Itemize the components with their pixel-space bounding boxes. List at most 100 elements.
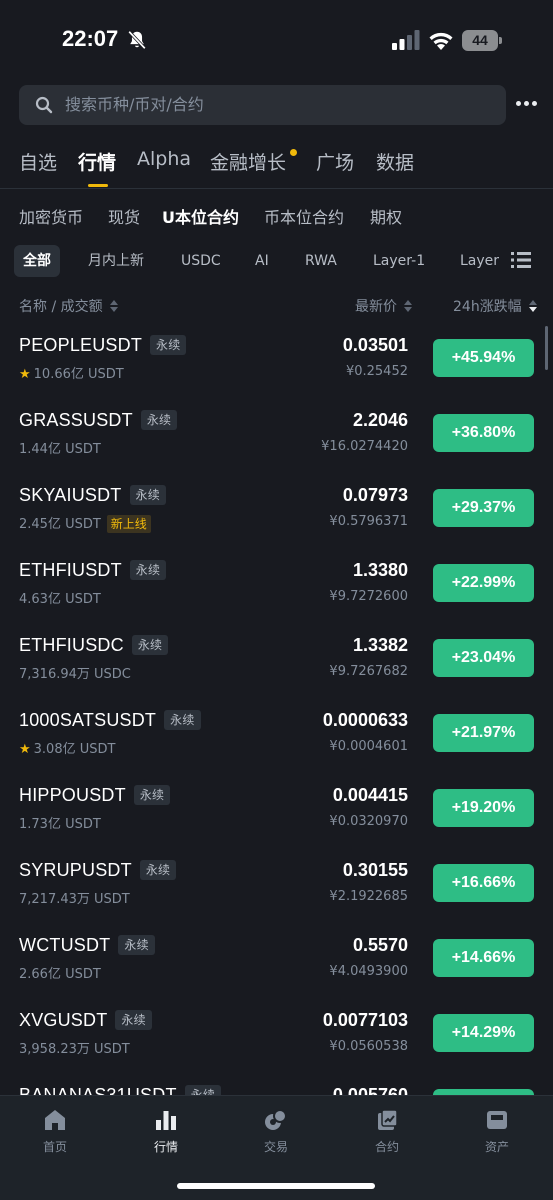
search-placeholder: 搜索币种/币对/合约 <box>65 95 204 114</box>
market-row[interactable]: PEOPLEUSDT 永续 ★ 10.66亿 USDT 0.03501 ¥0.254… <box>0 322 553 397</box>
scrollbar-thumb[interactable] <box>545 326 548 370</box>
market-row[interactable]: 1000SATSUSDT 永续 ★ 3.08亿 USDT 0.0000633 ¥0.… <box>0 697 553 772</box>
row-change-badge[interactable]: +36.80% <box>433 414 534 452</box>
nav-label: 交易 <box>263 1140 288 1154</box>
subtab-crypto[interactable]: 加密货币 <box>19 204 83 228</box>
market-row[interactable]: HIPPOUSDT 永续 1.73亿 USDT 0.004415 ¥0.03209… <box>0 772 553 847</box>
subtab-spot[interactable]: 现货 <box>108 204 140 228</box>
more-options-icon[interactable] <box>516 101 538 109</box>
row-price: 0.30155 <box>342 860 408 880</box>
perpetual-tag: 永续 <box>115 1010 152 1030</box>
column-header-change[interactable]: 24h涨跌幅 <box>453 296 538 316</box>
tab-active-indicator <box>88 184 108 187</box>
nav-label: 首页 <box>42 1140 67 1154</box>
column-price-label: 最新价 <box>355 299 397 315</box>
row-price: 1.3382 <box>352 635 408 655</box>
row-price: 0.004415 <box>332 785 408 805</box>
row-volume: 4.63亿 USDT <box>19 592 101 607</box>
chip-layer1[interactable]: Layer-1 <box>364 245 434 277</box>
row-change-badge[interactable]: +21.97% <box>433 714 534 752</box>
row-change-badge[interactable]: +14.29% <box>433 1014 534 1052</box>
row-change-badge[interactable]: +16.66% <box>433 864 534 902</box>
row-cny-price: ¥0.25452 <box>345 364 408 379</box>
bell-off-icon <box>128 30 146 50</box>
nav-label: 资产 <box>484 1140 509 1154</box>
chip-usdc[interactable]: USDC <box>172 245 230 277</box>
market-row[interactable]: WCTUSDT 永续 2.66亿 USDT 0.5570 ¥4.0493900 +… <box>0 922 553 997</box>
row-volume: 2.66亿 USDT <box>19 967 101 982</box>
nav-trade[interactable]: 交易 <box>236 1108 316 1155</box>
row-symbol: WCTUSDT <box>19 935 111 955</box>
tab-finance-growth[interactable]: 金融增长 <box>210 148 286 175</box>
subtab-coinm-futures[interactable]: 币本位合约 <box>264 204 344 228</box>
row-symbol: PEOPLEUSDT <box>19 335 143 355</box>
row-symbol: BANANAS31USDT <box>19 1085 177 1095</box>
chip-layer2[interactable]: Layer <box>451 245 504 277</box>
column-header-name-volume[interactable]: 名称 / 成交额 <box>19 296 119 316</box>
row-cny-price: ¥16.0274420 <box>321 439 408 454</box>
tab-data[interactable]: 数据 <box>376 148 414 175</box>
row-price: 1.3380 <box>352 560 408 580</box>
tab-square[interactable]: 广场 <box>316 148 354 175</box>
row-change-badge[interactable]: +22.99% <box>433 564 534 602</box>
cellular-signal-icon <box>392 30 420 50</box>
row-volume: 2.45亿 USDT <box>19 517 101 532</box>
row-volume: 3.08亿 USDT <box>33 742 116 757</box>
tab-markets[interactable]: 行情 <box>78 148 116 175</box>
row-price: 0.03501 <box>342 335 408 355</box>
perpetual-tag: 永续 <box>164 710 201 730</box>
row-volume: 7,316.94万 USDC <box>19 667 131 682</box>
nav-label: 合约 <box>374 1140 399 1154</box>
row-price: 0.07973 <box>342 485 408 505</box>
row-symbol: XVGUSDT <box>19 1010 108 1030</box>
perpetual-tag: 永续 <box>184 1085 222 1095</box>
column-change-label: 24h涨跌幅 <box>453 299 522 315</box>
row-change-badge[interactable]: +23.04% <box>433 639 534 677</box>
trade-icon <box>265 1109 287 1130</box>
row-volume: 3,958.23万 USDT <box>19 1042 130 1057</box>
perpetual-tag: 永续 <box>129 560 167 580</box>
market-row[interactable]: XVGUSDT 永续 3,958.23万 USDT 0.0077103 ¥0.05… <box>0 997 553 1072</box>
home-indicator[interactable] <box>177 1183 375 1189</box>
row-volume: 1.73亿 USDT <box>19 817 101 832</box>
row-cny-price: ¥9.7272600 <box>329 589 408 604</box>
row-price: 0.0000633 <box>322 710 408 730</box>
nav-futures[interactable]: 合约 <box>347 1108 427 1155</box>
sort-icon <box>110 300 119 312</box>
star-icon: ★ <box>19 742 31 757</box>
chip-new-this-month[interactable]: 月内上新 <box>79 245 153 277</box>
row-change-badge[interactable]: +14.66% <box>433 939 534 977</box>
row-symbol: GRASSUSDT <box>19 410 133 430</box>
market-row[interactable]: SKYAIUSDT 永续 2.45亿 USDT 新上线 0.07973 ¥0.579… <box>0 472 553 547</box>
market-row[interactable]: ETHFIUSDT 永续 4.63亿 USDT 1.3380 ¥9.7272600… <box>0 547 553 622</box>
column-header-price[interactable]: 最新价 <box>355 296 413 316</box>
subtab-options[interactable]: 期权 <box>370 204 402 228</box>
market-row[interactable]: ETHFIUSDC 永续 7,316.94万 USDC 1.3382 ¥9.726… <box>0 622 553 697</box>
list-menu-icon[interactable] <box>511 251 531 269</box>
row-change-badge[interactable]: +29.37% <box>433 489 534 527</box>
row-change-badge[interactable]: +45.94% <box>433 339 534 377</box>
nav-markets[interactable]: 行情 <box>126 1108 206 1155</box>
tab-favorites[interactable]: 自选 <box>19 148 57 175</box>
status-time: 22:07 <box>62 26 119 51</box>
row-price: 0.005760 <box>332 1085 408 1095</box>
subtab-usdm-futures[interactable]: U本位合约 <box>162 204 239 228</box>
market-row[interactable]: BANANAS31USDT 永续 0.005760 <box>0 1072 553 1095</box>
tabs-divider <box>0 188 553 189</box>
futures-icon <box>378 1109 398 1130</box>
chip-ai[interactable]: AI <box>246 245 278 277</box>
market-row[interactable]: SYRUPUSDT 永续 7,217.43万 USDT 0.30155 ¥2.19… <box>0 847 553 922</box>
chip-rwa[interactable]: RWA <box>296 245 346 277</box>
nav-assets[interactable]: 资产 <box>457 1108 537 1155</box>
tab-alpha[interactable]: Alpha <box>137 148 191 170</box>
perpetual-tag: 永续 <box>118 935 155 955</box>
star-icon: ★ <box>19 367 31 382</box>
market-row[interactable]: GRASSUSDT 永续 1.44亿 USDT 2.2046 ¥16.027442… <box>0 397 553 472</box>
nav-home[interactable]: 首页 <box>15 1108 95 1155</box>
row-change-badge[interactable]: +19.20% <box>433 789 534 827</box>
row-price: 0.5570 <box>352 935 408 955</box>
perpetual-tag: 永续 <box>139 860 177 880</box>
perpetual-tag: 永续 <box>131 635 169 655</box>
search-bar[interactable]: 搜索币种/币对/合约 <box>19 85 506 125</box>
chip-all[interactable]: 全部 <box>14 245 60 277</box>
